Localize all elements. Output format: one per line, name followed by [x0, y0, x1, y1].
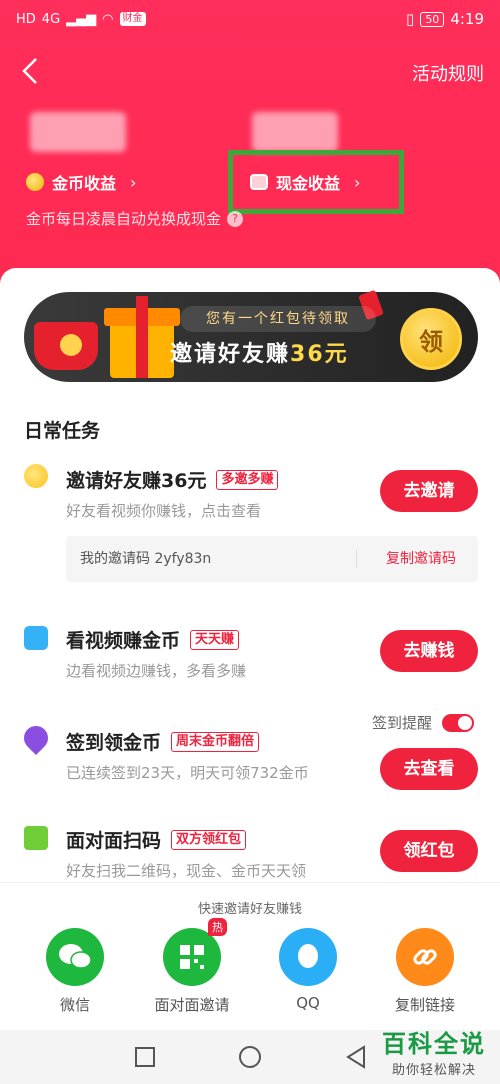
divider	[356, 550, 357, 568]
chevron-left-icon	[22, 58, 37, 84]
share-label: 面对面邀请	[154, 996, 230, 1014]
share-copy-link[interactable]: 复制链接	[370, 928, 480, 1015]
square-icon	[135, 1047, 155, 1067]
task-title-text: 看视频赚金币	[66, 630, 181, 652]
task-title: 邀请好友赚36元 多邀多赚	[66, 466, 279, 493]
share-title: 快速邀请好友赚钱	[197, 902, 302, 917]
status-bar: HD 4G ▂▄▆ ◠ 财金 ▯ 50 4:19	[0, 0, 500, 38]
task-subtitle: 已连续签到23天，明天可领732金币	[66, 764, 309, 782]
app-chip: 财金	[119, 12, 146, 26]
task-subtitle: 边看视频边赚钱，多看多赚	[66, 662, 247, 680]
qq-icon	[279, 928, 337, 986]
circle-icon	[239, 1046, 261, 1068]
share-label: QQ	[296, 994, 320, 1012]
claim-red-packet-button[interactable]: 领红包	[380, 830, 478, 872]
highlight-box	[228, 150, 404, 214]
task-tag: 周末金币翻倍	[171, 731, 260, 752]
invite-button[interactable]: 去邀请	[380, 470, 478, 512]
exchange-note-text: 金币每日凌晨自动兑换成现金	[26, 210, 222, 228]
gold-earnings-label: 金币收益	[52, 174, 117, 193]
help-icon[interactable]: ?	[227, 210, 244, 227]
activity-rules-link[interactable]: 活动规则	[412, 60, 484, 86]
watermark-title: 百科全说	[382, 1030, 486, 1058]
gold-earnings-link[interactable]: 金币收益 ›	[26, 170, 136, 194]
qr-code-icon: 热	[163, 918, 227, 986]
task-title: 看视频赚金币 天天赚	[66, 626, 240, 653]
hot-badge: 热	[208, 918, 227, 936]
banner-title: 邀请好友赚36元	[170, 336, 349, 368]
invite-code-box: 我的邀请码 2yfy83n 复制邀请码	[66, 536, 478, 582]
task-title-text: 面对面扫码	[66, 830, 162, 852]
banner-pill: 您有一个红包待领取	[180, 306, 376, 332]
checkin-reminder-toggle[interactable]	[442, 713, 475, 732]
battery-indicator: 50	[420, 11, 445, 27]
view-button[interactable]: 去查看	[380, 748, 478, 790]
hd-indicator: HD	[16, 11, 36, 27]
triangle-back-icon	[346, 1045, 365, 1069]
chevron-right-icon: ›	[130, 172, 137, 192]
watermark-subtitle: 助你轻松解决	[391, 1063, 476, 1078]
coin-icon	[24, 464, 48, 488]
network-indicator: 4G	[41, 11, 61, 27]
home-button[interactable]	[235, 1042, 265, 1072]
wechat-icon	[46, 928, 104, 986]
cash-balance-blurred	[252, 112, 338, 152]
tv-icon	[24, 626, 48, 650]
share-wechat[interactable]: 微信	[20, 928, 130, 1015]
vibrate-icon: ▯	[406, 10, 415, 28]
task-subtitle: 好友看视频你赚钱，点击查看	[66, 502, 262, 520]
banner-title-prefix: 邀请好友赚	[170, 342, 291, 367]
task-title: 签到领金币 周末金币翻倍	[66, 728, 260, 755]
recents-button[interactable]	[130, 1042, 160, 1072]
watermark: 百科全说 助你轻松解决	[382, 1024, 486, 1078]
link-icon	[396, 928, 454, 986]
task-title: 面对面扫码 双方领红包	[66, 826, 247, 853]
coin-icon	[26, 173, 44, 191]
status-time: 4:19	[450, 10, 484, 28]
share-label: 复制链接	[394, 996, 455, 1014]
back-nav-button[interactable]	[342, 1042, 372, 1072]
banner-title-amount: 36元	[290, 342, 349, 367]
share-label: 微信	[59, 996, 90, 1014]
share-face-to-face[interactable]: 热 面对面邀请	[137, 918, 247, 1015]
claim-button[interactable]: 领	[400, 308, 462, 370]
wifi-icon: ◠	[102, 11, 114, 27]
copy-invite-code-button[interactable]: 复制邀请码	[386, 536, 456, 582]
share-qq[interactable]: QQ	[253, 928, 363, 1012]
scan-icon	[24, 826, 48, 850]
task-subtitle: 好友扫我二维码，现金、金币天天领	[66, 862, 307, 880]
task-tag: 双方领红包	[171, 829, 247, 850]
task-tag: 多邀多赚	[216, 469, 279, 490]
checkin-reminder-label: 签到提醒	[372, 714, 433, 732]
checkin-reminder: 签到提醒	[372, 712, 475, 733]
section-title: 日常任务	[24, 420, 101, 442]
gift-box-icon	[58, 292, 180, 382]
exchange-note: 金币每日凌晨自动兑换成现金 ?	[26, 208, 244, 229]
task-tag: 天天赚	[190, 629, 240, 650]
task-title-text: 签到领金币	[66, 732, 162, 754]
gold-balance-blurred	[30, 112, 126, 152]
invite-code-label: 我的邀请码 2yfy83n	[80, 551, 212, 567]
signal-icon: ▂▄▆	[66, 11, 97, 27]
earn-button[interactable]: 去赚钱	[380, 630, 478, 672]
back-button[interactable]	[16, 56, 46, 86]
task-title-text: 邀请好友赚36元	[66, 470, 207, 492]
